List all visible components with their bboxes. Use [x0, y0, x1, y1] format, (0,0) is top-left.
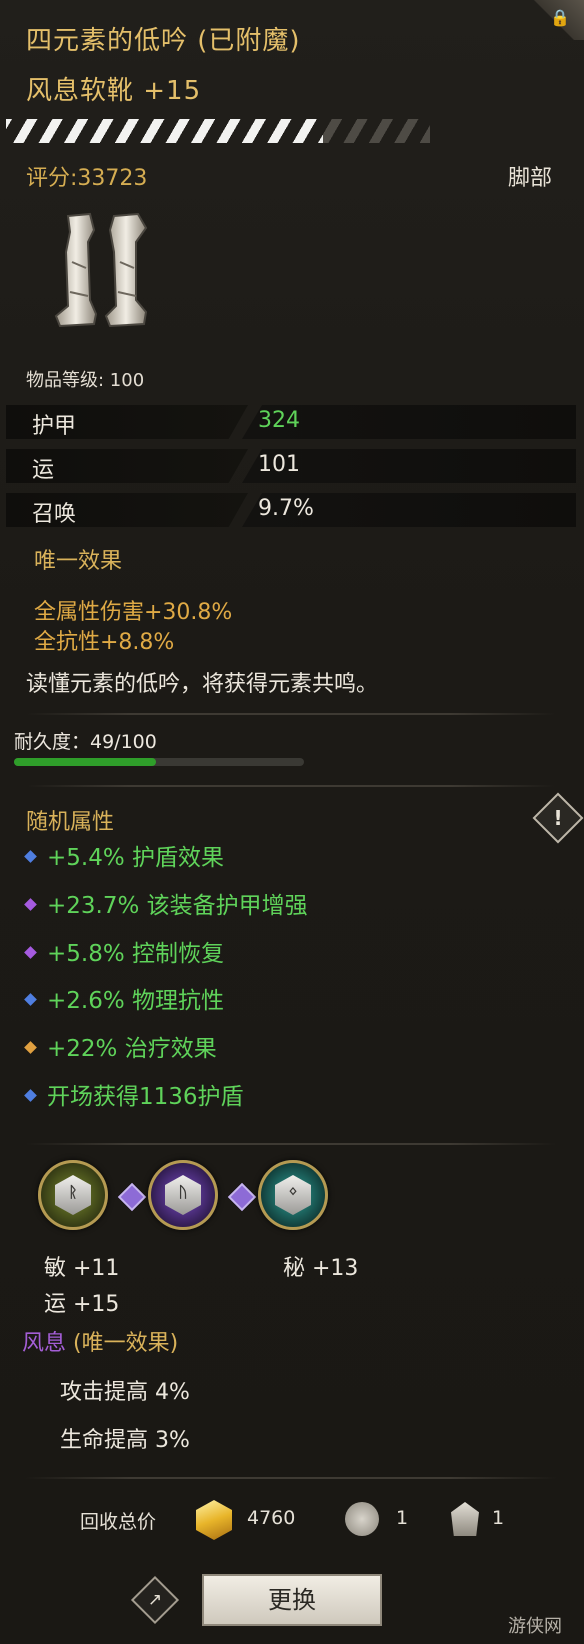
warning-button[interactable]: !	[532, 792, 584, 844]
socket-link	[117, 1182, 147, 1212]
random-affix: +5.4% 护盾效果	[24, 838, 225, 872]
stat-name: 运	[32, 458, 55, 483]
recycle-gold-value: 4760	[247, 1507, 296, 1529]
gem-stat: 敏 +11	[44, 1256, 120, 1281]
gold-coin-icon	[196, 1500, 232, 1540]
random-attributes-title: 随机属性	[26, 810, 115, 835]
item-level: 物品等级: 100	[26, 370, 145, 391]
gem-dot-icon	[24, 993, 37, 1006]
affix-text: 开场获得1136护盾	[47, 1084, 244, 1110]
unique-effect-description: 读懂元素的低吟，将获得元素共鸣。	[26, 672, 379, 697]
durability-bar	[14, 758, 304, 766]
durability-label: 耐久度：49/100	[14, 731, 157, 753]
rune-glyph: ᚱ	[68, 1183, 78, 1201]
gem-dot-icon	[24, 1089, 37, 1102]
unique-effect-title: 唯一效果	[34, 549, 123, 574]
warning-icon: !	[553, 806, 563, 830]
gem-socket-2[interactable]: ᚢ	[148, 1160, 218, 1230]
affix-text: +2.6% 物理抗性	[47, 988, 225, 1014]
stat-value: 324	[258, 408, 300, 433]
random-affix: +22% 治疗效果	[24, 1029, 217, 1063]
item-slot: 脚部	[507, 166, 552, 191]
stat-row-armor: 护甲 324	[6, 405, 576, 439]
recycle-label: 回收总价	[80, 1511, 157, 1533]
set-bonus-line: 生命提高 3%	[60, 1428, 190, 1453]
material-shard-icon	[451, 1502, 479, 1536]
divider	[26, 1477, 556, 1479]
item-name: 风息软靴 +15	[26, 76, 202, 106]
gem-dot-icon	[24, 1041, 37, 1054]
set-name: 风息	[22, 1331, 67, 1356]
gem-stat: 秘 +13	[283, 1256, 359, 1281]
item-score: 评分:33723	[26, 166, 148, 191]
material1-count: 1	[396, 1507, 409, 1529]
material2-count: 1	[492, 1507, 505, 1529]
set-tag: (唯一效果)	[66, 1331, 179, 1356]
set-title: 风息 (唯一效果)	[22, 1325, 178, 1357]
durability-fill	[14, 758, 157, 766]
stat-row-luck: 运 101	[6, 449, 576, 483]
divider	[26, 713, 556, 715]
random-affix: +5.8% 控制恢复	[24, 934, 225, 968]
gem-stat: 运 +15	[44, 1292, 120, 1317]
affix-text: +23.7% 该装备护甲增强	[47, 893, 308, 919]
set-bonus-line: 攻击提高 4%	[60, 1380, 190, 1405]
swap-button[interactable]: 更换	[202, 1574, 382, 1626]
random-affix: +23.7% 该装备护甲增强	[24, 886, 308, 920]
affix-text: +5.4% 护盾效果	[47, 845, 225, 871]
stat-name: 召唤	[32, 502, 77, 527]
affix-text: +5.8% 控制恢复	[47, 941, 225, 967]
share-icon: ↗	[147, 1590, 163, 1610]
random-affix: +2.6% 物理抗性	[24, 981, 225, 1015]
divider	[26, 1143, 556, 1145]
rune-glyph: ᛜ	[288, 1183, 298, 1201]
lock-corner[interactable]: 🔒	[514, 0, 584, 40]
gem-socket-3[interactable]: ᛜ	[258, 1160, 328, 1230]
gem-dot-icon	[24, 850, 37, 863]
watermark: 游侠网	[508, 1616, 562, 1637]
stat-value: 101	[258, 452, 300, 477]
stat-row-summon: 召唤 9.7%	[6, 493, 576, 527]
unique-effect-line: 全属性伤害+30.8%	[34, 600, 233, 625]
stat-value: 9.7%	[258, 496, 314, 521]
gem-socket-1[interactable]: ᚱ	[38, 1160, 108, 1230]
gem-dot-icon	[24, 898, 37, 911]
rune-glyph: ᚢ	[178, 1183, 188, 1201]
quality-bar-empty	[323, 119, 430, 143]
socket-link	[227, 1182, 257, 1212]
item-tooltip-panel: 🔒 四元素的低吟 (已附魔) 风息软靴 +15 评分:33723 脚部 物品等级…	[0, 0, 584, 1644]
stat-name: 护甲	[32, 414, 77, 439]
gem-dot-icon	[24, 946, 37, 959]
lock-icon: 🔒	[550, 8, 570, 27]
item-set-title: 四元素的低吟 (已附魔)	[26, 26, 301, 56]
random-affix: 开场获得1136护盾	[24, 1077, 244, 1111]
divider	[26, 785, 556, 787]
material-orb-icon	[345, 1502, 379, 1536]
share-button[interactable]: ↗	[130, 1575, 180, 1625]
boots-icon	[54, 212, 148, 328]
affix-text: +22% 治疗效果	[47, 1036, 217, 1062]
unique-effect-line: 全抗性+8.8%	[34, 630, 175, 655]
